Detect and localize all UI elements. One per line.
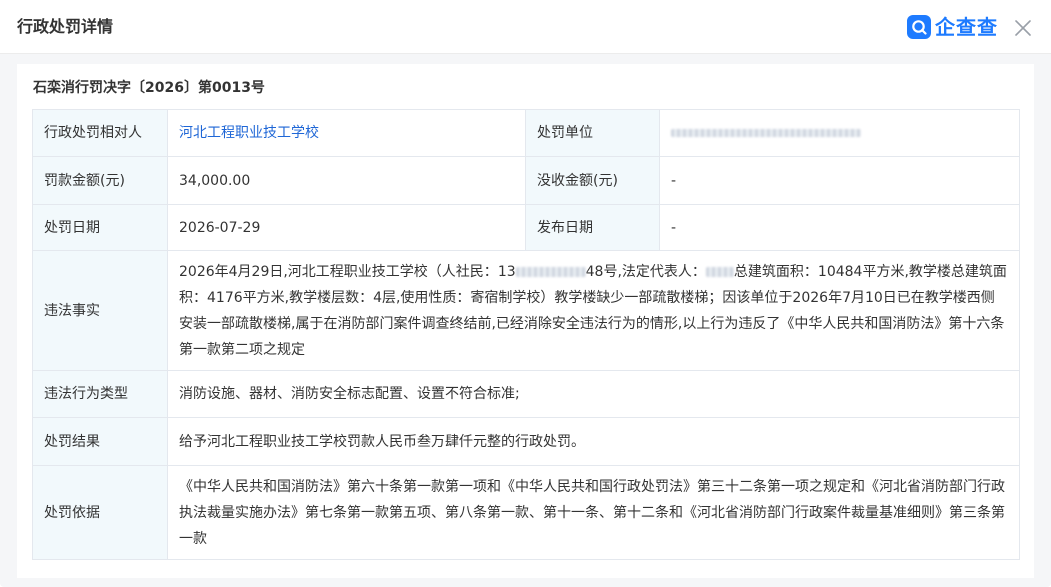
violation-type-value: 消防设施、器材、消防安全标志配置、设置不符合标准;: [167, 370, 1020, 418]
brand[interactable]: 企查查: [907, 14, 998, 40]
confiscation-value: -: [659, 156, 1020, 205]
brand-name: 企查查: [935, 15, 998, 39]
decision-number: 石栾消行罚决字〔2026〕第0013号: [33, 80, 265, 96]
publish-date-label: 发布日期: [525, 204, 660, 251]
penalty-date-label: 处罚日期: [32, 204, 168, 251]
table-row: 违法行为类型 消防设施、器材、消防安全标志配置、设置不符合标准;: [32, 370, 1020, 418]
content-area: 石栾消行罚决字〔2026〕第0013号 行政处罚相对人 河北工程职业技工学校 处…: [0, 54, 1051, 587]
publish-date-value: -: [659, 204, 1020, 251]
facts-text-3: 48号,法定代表人：: [585, 263, 706, 280]
redacted-legal-rep: [705, 266, 734, 277]
table-row: 违法事实 2026年4月29日,河北工程职业技工学校（人社民：13 48号,法定代…: [32, 250, 1020, 371]
table-row: 处罚日期 2026-07-29 发布日期 -: [32, 204, 1020, 251]
penalty-date-value: 2026-07-29: [167, 204, 526, 251]
table-row: 处罚结果 给予河北工程职业技工学校罚款人民币叁万肆仟元整的行政处罚。: [32, 417, 1020, 466]
confiscation-label: 没收金额(元): [525, 156, 660, 205]
facts-text-1: 2026年4月29日,河北工程职业技工学校（人社民：: [179, 263, 498, 280]
table-row: 处罚依据 《中华人民共和国消防法》第六十条第一款第一项和《中华人民共和国行政处罚…: [32, 465, 1020, 560]
basis-value: 《中华人民共和国消防法》第六十条第一款第一项和《中华人民共和国行政处罚法》第三十…: [167, 465, 1020, 560]
result-label: 处罚结果: [32, 417, 168, 466]
subject-label: 行政处罚相对人: [32, 109, 168, 157]
close-icon: [1015, 20, 1031, 36]
facts-text-2: 13: [497, 263, 516, 280]
detail-card: 石栾消行罚决字〔2026〕第0013号 行政处罚相对人 河北工程职业技工学校 处…: [17, 64, 1034, 578]
fine-value: 34,000.00: [167, 156, 526, 205]
result-value: 给予河北工程职业技工学校罚款人民币叁万肆仟元整的行政处罚。: [167, 417, 1020, 466]
authority-label: 处罚单位: [525, 109, 660, 157]
table-row: 行政处罚相对人 河北工程职业技工学校 处罚单位: [32, 109, 1020, 157]
penalty-detail-modal: 行政处罚详情 企查查 石栾消行罚决字〔2026〕第0013号 行政处罚相对人 河…: [0, 0, 1051, 587]
fine-label: 罚款金额(元): [32, 156, 168, 205]
modal-title: 行政处罚详情: [17, 17, 114, 36]
redacted-credit-code: [515, 266, 586, 277]
violation-type-label: 违法行为类型: [32, 370, 168, 418]
qichacha-logo-icon: [907, 15, 931, 39]
redacted-authority: [671, 129, 861, 137]
modal-header: 行政处罚详情 企查查: [0, 0, 1051, 54]
close-button[interactable]: [1013, 18, 1033, 38]
table-row: 罚款金额(元) 34,000.00 没收金额(元) -: [32, 156, 1020, 205]
facts-label: 违法事实: [32, 250, 168, 371]
subject-link[interactable]: 河北工程职业技工学校: [179, 125, 319, 141]
basis-label: 处罚依据: [32, 465, 168, 560]
facts-value: 2026年4月29日,河北工程职业技工学校（人社民：13 48号,法定代表人： 总建…: [167, 250, 1020, 371]
subject-value: 河北工程职业技工学校: [167, 109, 526, 157]
authority-value: [659, 109, 1020, 157]
penalty-info-table: 行政处罚相对人 河北工程职业技工学校 处罚单位 罚款金额(元) 34,000.0…: [32, 109, 1020, 560]
